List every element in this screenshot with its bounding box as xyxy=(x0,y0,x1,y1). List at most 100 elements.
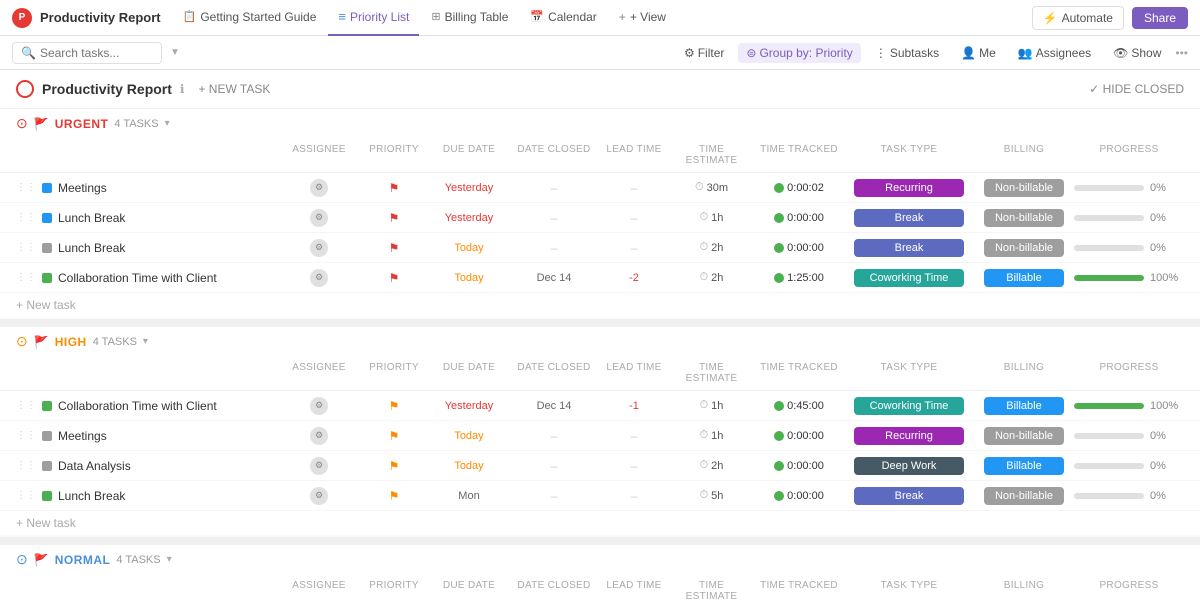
section-normal-header: ⊙ 🚩 NORMAL 4 TASKS ▾ xyxy=(0,545,1200,574)
date-closed-cell: – xyxy=(509,181,599,195)
time-estimate-cell: ⏱ 2h xyxy=(669,241,754,254)
subtasks-button[interactable]: ⋮ Subtasks xyxy=(867,43,947,63)
hide-closed-button[interactable]: ✓ HIDE CLOSED xyxy=(1089,82,1184,96)
add-task-high[interactable]: + New task xyxy=(0,511,1200,535)
task-name: Collaboration Time with Client xyxy=(58,271,217,285)
tab-calendar[interactable]: 📅 Calendar xyxy=(520,0,606,36)
progress-fill xyxy=(1074,275,1144,281)
toolbar-right: ⚙ Filter ⊜ Group by: Priority ⋮ Subtasks… xyxy=(676,43,1188,63)
share-button[interactable]: Share xyxy=(1132,7,1188,29)
section-urgent-count: 4 TASKS xyxy=(114,118,158,130)
table-row[interactable]: ⋮⋮ Lunch Break ⚙ ⚑ Yesterday – – ⏱ 1h 0:… xyxy=(0,203,1200,233)
drag-handle-icon[interactable]: ⋮⋮ xyxy=(16,212,36,223)
assignees-button[interactable]: 👥 Assignees xyxy=(1010,43,1099,63)
info-icon[interactable]: ℹ xyxy=(180,82,185,96)
drag-handle-icon[interactable]: ⋮⋮ xyxy=(16,430,36,441)
col-priority: PRIORITY xyxy=(359,142,429,168)
progress-cell: 0% xyxy=(1074,242,1184,254)
search-box[interactable]: 🔍 xyxy=(12,42,162,64)
avatar: ⚙ xyxy=(310,397,328,415)
group-people-icon: 👥 xyxy=(1018,46,1033,60)
task-color-dot xyxy=(42,273,52,283)
section-high-expand[interactable]: ▾ xyxy=(143,336,148,347)
col-time-estimate: TIME ESTIMATE xyxy=(669,142,754,168)
billing-badge: Billable xyxy=(984,457,1064,475)
tab-priority-list[interactable]: ≡ Priority List xyxy=(328,0,419,36)
task-type-badge: Coworking Time xyxy=(854,397,964,415)
task-color-dot xyxy=(42,461,52,471)
task-type-cell: Break xyxy=(844,239,974,257)
table-row[interactable]: ⋮⋮ Meetings ⚙ ⚑ Today – – ⏱ 1h 0:00:00 xyxy=(0,421,1200,451)
col-billing: BILLING xyxy=(974,360,1074,386)
progress-cell: 0% xyxy=(1074,460,1184,472)
new-task-button[interactable]: + NEW TASK xyxy=(192,80,276,98)
automate-label: Automate xyxy=(1062,11,1113,25)
progress-cell: 0% xyxy=(1074,212,1184,224)
progress-text: 0% xyxy=(1150,430,1175,442)
clock-icon: ⏱ xyxy=(700,489,709,502)
due-date-cell: Mon xyxy=(429,490,509,502)
date-closed-cell: – xyxy=(509,429,599,443)
high-table-header: ASSIGNEE PRIORITY DUE DATE DATE CLOSED L… xyxy=(0,356,1200,391)
time-tracked-value: 0:00:00 xyxy=(787,430,824,442)
billing-cell: Billable xyxy=(974,269,1074,287)
lead-time-cell: – xyxy=(599,459,669,473)
tab-getting-started[interactable]: 📋 Getting Started Guide xyxy=(173,0,327,36)
calendar-icon: 📅 xyxy=(530,10,544,23)
table-row[interactable]: ⋮⋮ Collaboration Time with Client ⚙ ⚑ To… xyxy=(0,263,1200,293)
tab-billing-table[interactable]: ⊞ Billing Table xyxy=(421,0,518,36)
progress-bar xyxy=(1074,245,1144,251)
group-by-button[interactable]: ⊜ Group by: Priority xyxy=(738,43,860,63)
progress-cell: 0% xyxy=(1074,430,1184,442)
drag-handle-icon[interactable]: ⋮⋮ xyxy=(16,182,36,193)
task-name: Lunch Break xyxy=(58,241,125,255)
table-row[interactable]: ⋮⋮ Collaboration Time with Client ⚙ ⚑ Ye… xyxy=(0,391,1200,421)
time-tracked-cell: 0:00:00 xyxy=(754,242,844,254)
avatar: ⚙ xyxy=(310,209,328,227)
table-row[interactable]: ⋮⋮ Lunch Break ⚙ ⚑ Mon – – ⏱ 5h 0:00:00 xyxy=(0,481,1200,511)
me-button[interactable]: 👤 Me xyxy=(953,43,1004,63)
app-title: Productivity Report xyxy=(40,10,161,25)
billing-badge: Non-billable xyxy=(984,179,1064,197)
billing-badge: Non-billable xyxy=(984,487,1064,505)
progress-text: 0% xyxy=(1150,182,1175,194)
show-button[interactable]: 👁 Show xyxy=(1105,43,1169,63)
billing-cell: Non-billable xyxy=(974,209,1074,227)
search-dropdown-icon[interactable]: ▼ xyxy=(170,47,180,58)
clock-icon: ⏱ xyxy=(700,429,709,442)
section-urgent-expand[interactable]: ▾ xyxy=(165,118,170,129)
filter-button[interactable]: ⚙ Filter xyxy=(676,43,732,63)
task-color-dot xyxy=(42,401,52,411)
tab-view-add[interactable]: + + View xyxy=(609,0,676,36)
time-estimate-value: 2h xyxy=(711,460,723,472)
tab-view-label: + View xyxy=(630,10,666,24)
project-header: Productivity Report ℹ + NEW TASK ✓ HIDE … xyxy=(0,70,1200,109)
table-row[interactable]: ⋮⋮ Data Analysis ⚙ ⚑ Today – – ⏱ 2h 0:00… xyxy=(0,451,1200,481)
normal-table-header: ASSIGNEE PRIORITY DUE DATE DATE CLOSED L… xyxy=(0,574,1200,601)
automate-button[interactable]: ⚡ Automate xyxy=(1032,6,1124,30)
time-tracked-value: 0:00:00 xyxy=(787,490,824,502)
billing-cell: Non-billable xyxy=(974,487,1074,505)
drag-handle-icon[interactable]: ⋮⋮ xyxy=(16,400,36,411)
more-options-icon[interactable]: ••• xyxy=(1175,46,1188,60)
add-task-urgent[interactable]: + New task xyxy=(0,293,1200,317)
time-estimate-value: 1h xyxy=(711,430,723,442)
toolbar: 🔍 ▼ ⚙ Filter ⊜ Group by: Priority ⋮ Subt… xyxy=(0,36,1200,70)
priority-flag-icon: ⚑ xyxy=(389,399,400,413)
table-row[interactable]: ⋮⋮ Lunch Break ⚙ ⚑ Today – – ⏱ 2h 0:00:0… xyxy=(0,233,1200,263)
billing-cell: Non-billable xyxy=(974,427,1074,445)
drag-handle-icon[interactable]: ⋮⋮ xyxy=(16,272,36,283)
progress-cell: 0% xyxy=(1074,182,1184,194)
time-tracked-cell: 0:00:00 xyxy=(754,460,844,472)
drag-handle-icon[interactable]: ⋮⋮ xyxy=(16,490,36,501)
table-row[interactable]: ⋮⋮ Meetings ⚙ ⚑ Yesterday – – ⏱ 30m 0:00… xyxy=(0,173,1200,203)
due-date-cell: Yesterday xyxy=(429,400,509,412)
normal-flag-icon: 🚩 xyxy=(34,553,49,567)
time-estimate-cell: ⏱ 1h xyxy=(669,399,754,412)
drag-handle-icon[interactable]: ⋮⋮ xyxy=(16,242,36,253)
section-normal-expand[interactable]: ▾ xyxy=(167,554,172,565)
drag-handle-icon[interactable]: ⋮⋮ xyxy=(16,460,36,471)
col-time-tracked: TIME TRACKED xyxy=(754,142,844,168)
search-input[interactable] xyxy=(40,46,153,60)
progress-bar xyxy=(1074,433,1144,439)
